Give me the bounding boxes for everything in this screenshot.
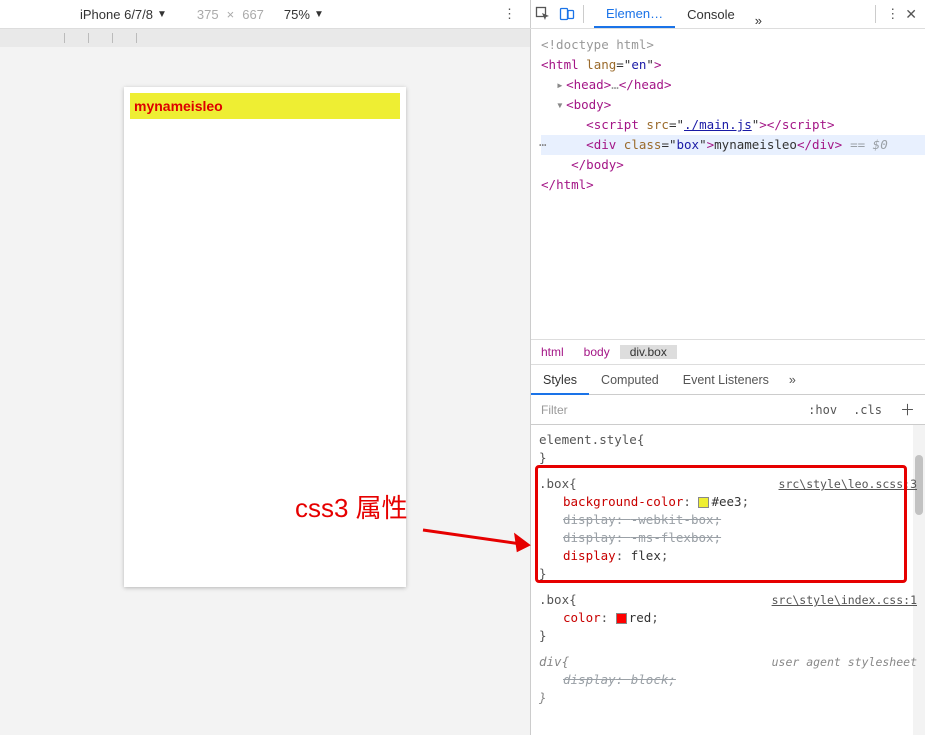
close-icon[interactable]: ✕ bbox=[905, 6, 917, 23]
styles-filter-bar: :hov .cls ＋ bbox=[531, 395, 925, 425]
inspect-element-icon[interactable] bbox=[531, 6, 555, 22]
viewport-height[interactable]: 667 bbox=[242, 7, 264, 22]
styles-pane: element.style { } .box {src\style\leo.sc… bbox=[531, 425, 925, 735]
ruler-horizontal bbox=[0, 29, 530, 47]
expand-icon[interactable]: ▸ bbox=[556, 75, 566, 95]
new-style-rule-icon[interactable]: ＋ bbox=[890, 399, 925, 420]
chevron-down-icon: ▼ bbox=[314, 9, 324, 20]
source-user-agent: user agent stylesheet bbox=[772, 653, 917, 671]
doctype: <!doctype html> bbox=[541, 37, 654, 52]
chevron-down-icon: ▼ bbox=[157, 9, 167, 20]
hov-toggle[interactable]: :hov bbox=[800, 403, 845, 417]
color-swatch-icon[interactable] bbox=[616, 613, 627, 624]
styles-subtabs: Styles Computed Event Listeners » bbox=[531, 365, 925, 395]
script-src-link[interactable]: ./main.js bbox=[684, 117, 752, 132]
tab-console[interactable]: Console bbox=[675, 0, 747, 28]
dom-selected-node[interactable]: <div class="box">mynameisleo</div>== $0 bbox=[541, 135, 925, 155]
rule-user-agent[interactable]: div {user agent stylesheet display: bloc… bbox=[539, 653, 917, 707]
breadcrumb-div[interactable]: div.box bbox=[620, 345, 677, 359]
device-select[interactable]: iPhone 6/7/8 ▼ bbox=[80, 7, 167, 22]
breadcrumb: html body div.box bbox=[531, 339, 925, 365]
zoom-select[interactable]: 75% ▼ bbox=[284, 7, 324, 22]
device-toolbar: iPhone 6/7/8 ▼ 375 × 667 75% ▼ ⋮ Elemen…… bbox=[0, 0, 925, 28]
times-icon: × bbox=[227, 7, 235, 22]
styles-filter-input[interactable] bbox=[531, 395, 800, 424]
rule-element-style[interactable]: element.style { } bbox=[539, 431, 917, 467]
source-link[interactable]: src\style\leo.scss:3 bbox=[779, 475, 917, 493]
tab-elements[interactable]: Elemen… bbox=[594, 0, 675, 28]
eq0-hint: == $0 bbox=[850, 137, 888, 152]
tabs-overflow-icon[interactable]: » bbox=[747, 13, 770, 28]
rule-box-css[interactable]: .box {src\style\index.css:1 color: red; … bbox=[539, 591, 917, 645]
viewport-width[interactable]: 375 bbox=[197, 7, 219, 22]
devtools-tabs: Elemen… Console » bbox=[594, 0, 871, 28]
tab-event-listeners[interactable]: Event Listeners bbox=[671, 365, 781, 395]
dom-tree[interactable]: <!doctype html> <html lang="en"> ▸<head>… bbox=[531, 29, 925, 339]
zoom-value: 75% bbox=[284, 7, 310, 22]
source-link[interactable]: src\style\index.css:1 bbox=[772, 591, 917, 609]
tab-styles[interactable]: Styles bbox=[531, 365, 589, 395]
cls-toggle[interactable]: .cls bbox=[845, 403, 890, 417]
styles-tabs-overflow-icon[interactable]: » bbox=[781, 373, 804, 387]
collapse-icon[interactable]: ▾ bbox=[556, 95, 566, 115]
device-name: iPhone 6/7/8 bbox=[80, 7, 153, 22]
devtools-panel: <!doctype html> <html lang="en"> ▸<head>… bbox=[530, 29, 925, 735]
breadcrumb-html[interactable]: html bbox=[531, 345, 574, 359]
tab-computed[interactable]: Computed bbox=[589, 365, 671, 395]
device-mode-icon[interactable] bbox=[555, 6, 579, 22]
rule-box-scss[interactable]: .box {src\style\leo.scss:3 background-co… bbox=[539, 475, 917, 583]
emulated-page[interactable]: mynameisleo bbox=[124, 87, 406, 587]
box-element[interactable]: mynameisleo bbox=[130, 93, 400, 119]
breadcrumb-body[interactable]: body bbox=[574, 345, 620, 359]
viewport-dimensions: 375 × 667 bbox=[197, 7, 264, 22]
more-options-icon[interactable]: ⋮ bbox=[503, 6, 516, 22]
color-swatch-icon[interactable] bbox=[698, 497, 709, 508]
devtools-menu-icon[interactable]: ⋮ bbox=[886, 6, 899, 22]
device-viewport-pane: mynameisleo bbox=[0, 29, 530, 735]
devtools-top: Elemen… Console » ⋮ ✕ bbox=[530, 0, 925, 28]
